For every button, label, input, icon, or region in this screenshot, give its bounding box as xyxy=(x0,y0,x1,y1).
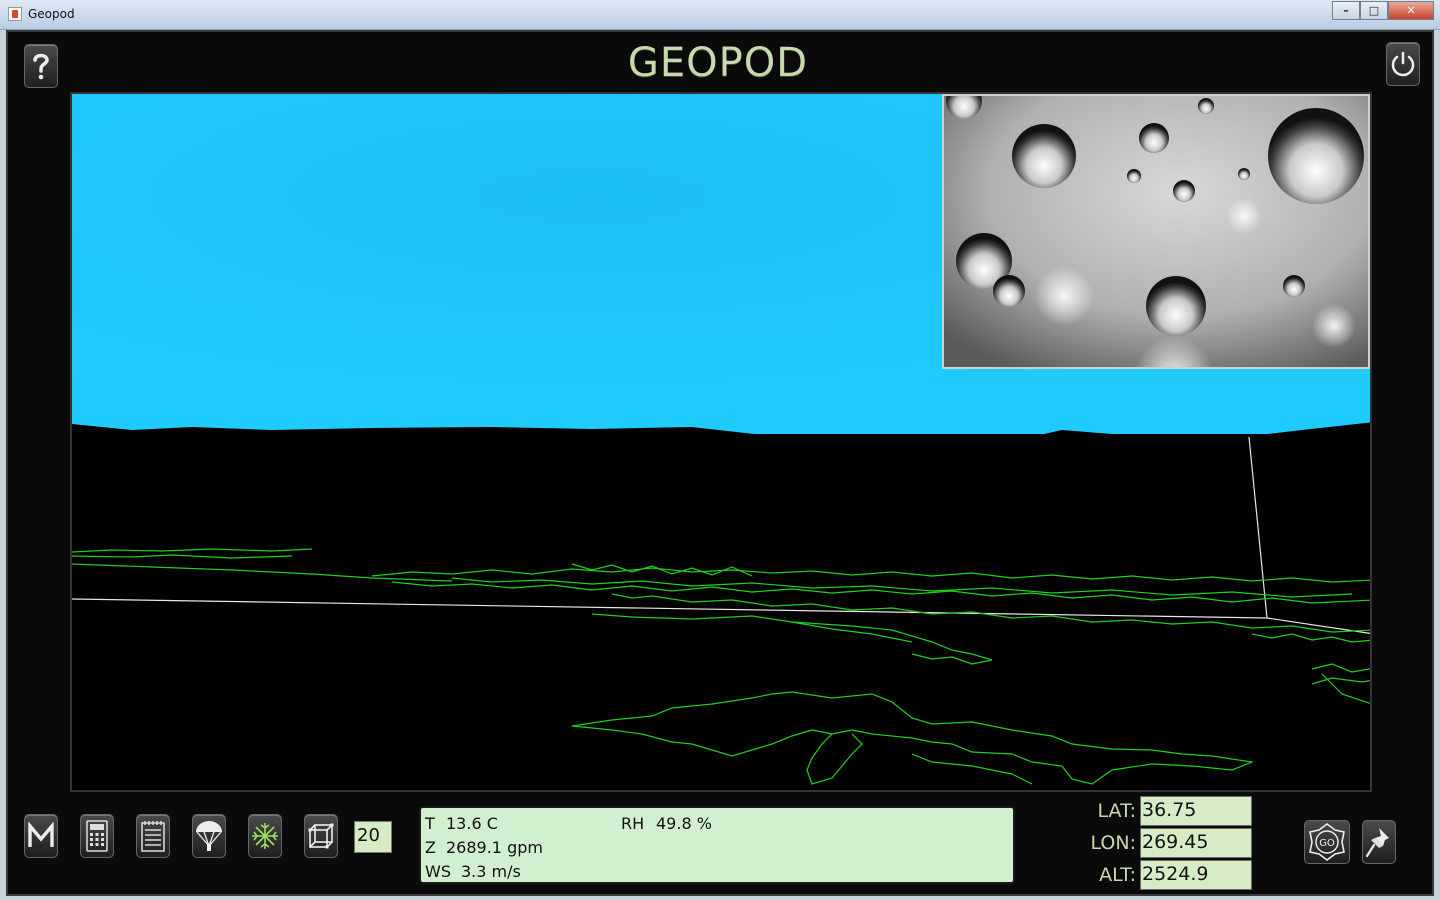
geopod-app: GEOPOD 20 T 13.6 C RH 49.8 % Z 2689.1 gp… xyxy=(6,30,1434,896)
power-icon xyxy=(1391,51,1415,77)
lon-label: LON: xyxy=(1090,832,1136,854)
temperature-value: 13.6 C xyxy=(446,814,498,833)
notepad-icon xyxy=(141,821,165,852)
calculator-button[interactable] xyxy=(80,814,114,858)
snowflake-button[interactable] xyxy=(248,814,282,858)
lon-input[interactable]: 269.45 xyxy=(1140,828,1252,858)
minimize-button[interactable]: – xyxy=(1332,1,1360,20)
step-size-input[interactable]: 20 xyxy=(354,821,392,853)
app-logo: GEOPOD xyxy=(627,40,809,86)
window-controls: – □ ✕ xyxy=(1332,1,1434,20)
temperature-label: T xyxy=(425,814,435,833)
maximize-button[interactable]: □ xyxy=(1360,1,1388,20)
go-compass-icon: GO xyxy=(1309,823,1345,861)
terrain-horizon xyxy=(72,422,1370,790)
cube-icon xyxy=(308,823,334,849)
close-button[interactable]: ✕ xyxy=(1388,1,1434,20)
3d-viewport[interactable] xyxy=(70,92,1372,792)
java-app-icon xyxy=(8,7,22,21)
menu-button[interactable] xyxy=(24,814,58,858)
alt-label: ALT: xyxy=(1099,864,1136,886)
height-label: Z xyxy=(425,838,436,857)
power-button[interactable] xyxy=(1386,42,1420,86)
wind-speed-label: WS xyxy=(425,862,451,881)
window-title: Geopod xyxy=(28,7,75,21)
parachute-button[interactable] xyxy=(192,814,226,858)
pushpin-button[interactable] xyxy=(1362,820,1396,864)
cube-button[interactable] xyxy=(304,814,338,858)
window-titlebar: Geopod – □ ✕ xyxy=(0,0,1440,30)
humidity-label: RH xyxy=(621,814,645,833)
pushpin-icon xyxy=(1365,828,1389,858)
lat-input[interactable]: 36.75 xyxy=(1140,796,1252,826)
notepad-button[interactable] xyxy=(136,814,170,858)
weather-readout-panel: T 13.6 C RH 49.8 % Z 2689.1 gpm WS 3.3 m… xyxy=(419,806,1015,884)
snowflake-icon xyxy=(252,823,278,849)
calculator-icon xyxy=(86,820,108,852)
help-button[interactable] xyxy=(24,44,58,88)
weather-preview-image xyxy=(942,94,1370,369)
go-button[interactable]: GO xyxy=(1304,820,1350,864)
water-droplets-image xyxy=(944,96,1368,367)
height-value: 2689.1 gpm xyxy=(446,838,543,857)
alt-input[interactable]: 2524.9 xyxy=(1140,860,1252,890)
parachute-icon xyxy=(196,821,222,851)
humidity-value: 49.8 % xyxy=(656,814,712,833)
question-icon xyxy=(33,53,49,80)
go-label: GO xyxy=(1319,838,1335,849)
lat-label: LAT: xyxy=(1097,800,1136,822)
wind-speed-value: 3.3 m/s xyxy=(461,862,521,881)
m-icon xyxy=(28,822,54,847)
